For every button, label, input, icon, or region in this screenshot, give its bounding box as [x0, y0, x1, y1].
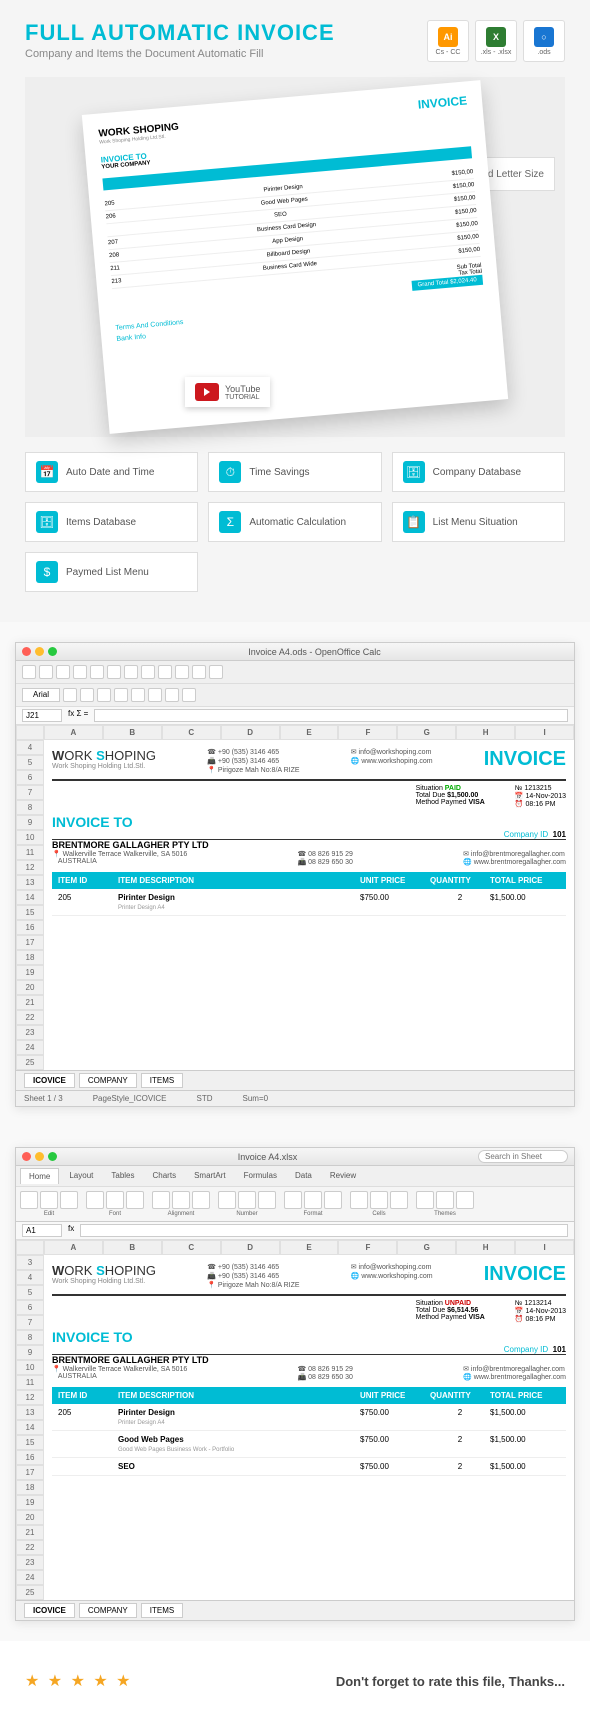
- ribbon-group: Themes: [416, 1191, 474, 1217]
- window-titlebar: Invoice A4.xlsx: [16, 1148, 574, 1166]
- ribbon-group: Cells: [350, 1191, 408, 1217]
- promo-section: FULL AUTOMATIC INVOICE Company and Items…: [0, 0, 590, 622]
- font-selector[interactable]: Arial: [22, 688, 60, 702]
- feature-icon: ⏱: [219, 461, 241, 483]
- feature-item: 📋List Menu Situation: [392, 502, 565, 542]
- youtube-icon: [195, 383, 219, 401]
- maximize-icon[interactable]: [48, 647, 57, 656]
- sheet-tab[interactable]: COMPANY: [79, 1603, 137, 1618]
- sheet-tab[interactable]: ICOVICE: [24, 1073, 75, 1088]
- formula-input[interactable]: [94, 709, 568, 722]
- spreadsheet[interactable]: ABCDEFGHI3 WORK SHOPINGWork Shoping Hold…: [16, 1240, 574, 1600]
- feature-item: ΣAutomatic Calculation: [208, 502, 381, 542]
- maximize-icon[interactable]: [48, 1152, 57, 1161]
- ribbon-tab[interactable]: Formulas: [236, 1168, 285, 1184]
- toolbar-row-1: [16, 661, 574, 684]
- ribbon-tab[interactable]: SmartArt: [186, 1168, 234, 1184]
- ribbon-tab[interactable]: Home: [20, 1168, 59, 1184]
- openoffice-section: Invoice A4.ods - OpenOffice Calc Arial f…: [0, 622, 590, 1127]
- file-type-icon: X.xls - .xlsx: [475, 20, 517, 62]
- spreadsheet[interactable]: ABCDEFGHI4 WORK SHOPINGWork Shoping Hold…: [16, 725, 574, 1070]
- feature-item: 🗄Items Database: [25, 502, 198, 542]
- close-icon[interactable]: [22, 1152, 31, 1161]
- search-input[interactable]: [478, 1150, 568, 1163]
- ribbon-tab[interactable]: Data: [287, 1168, 320, 1184]
- excel-section: Invoice A4.xlsx HomeLayoutTablesChartsSm…: [0, 1127, 590, 1641]
- feature-icon: 🗄: [403, 461, 425, 483]
- openoffice-window: Invoice A4.ods - OpenOffice Calc Arial f…: [15, 642, 575, 1107]
- invoice-preview: A4 and Letter Size WORK SHOPING Work Sho…: [25, 77, 565, 437]
- minimize-icon[interactable]: [35, 1152, 44, 1161]
- footer: ★ ★ ★ ★ ★ Don't forget to rate this file…: [0, 1641, 590, 1721]
- feature-item: $Paymed List Menu: [25, 552, 198, 592]
- toolbar-button[interactable]: [22, 665, 36, 679]
- toolbar-row-2: Arial: [16, 684, 574, 707]
- feature-item: 🗄Company Database: [392, 452, 565, 492]
- ribbon-group: Format: [284, 1191, 342, 1217]
- feature-icon: 🗄: [36, 511, 58, 533]
- sheet-tab[interactable]: COMPANY: [79, 1073, 137, 1088]
- ribbon-group: Number: [218, 1191, 276, 1217]
- ribbon-group: Font: [86, 1191, 144, 1217]
- sheet-tab[interactable]: ICOVICE: [24, 1603, 75, 1618]
- ribbon-tab[interactable]: Tables: [103, 1168, 142, 1184]
- ribbon: HomeLayoutTablesChartsSmartArtFormulasDa…: [16, 1166, 574, 1222]
- file-type-icon: ○.ods: [523, 20, 565, 62]
- main-title: FULL AUTOMATIC INVOICE: [25, 20, 335, 46]
- minimize-icon[interactable]: [35, 647, 44, 656]
- feature-icon: Σ: [219, 511, 241, 533]
- feature-icon: 📅: [36, 461, 58, 483]
- youtube-badge[interactable]: YouTubeTUTORIAL: [185, 377, 270, 407]
- sheet-tab[interactable]: ITEMS: [141, 1603, 183, 1618]
- formula-input[interactable]: [80, 1224, 568, 1237]
- status-bar: Sheet 1 / 3 PageStyle_ICOVICE STD Sum=0: [16, 1090, 574, 1106]
- window-title: Invoice A4.xlsx: [61, 1152, 474, 1162]
- file-type-icons: AiCs - CCX.xls - .xlsx○.ods: [427, 20, 565, 62]
- window-title: Invoice A4.ods - OpenOffice Calc: [61, 647, 568, 657]
- ribbon-tab[interactable]: Charts: [145, 1168, 185, 1184]
- title-block: FULL AUTOMATIC INVOICE Company and Items…: [25, 20, 335, 60]
- cell-ref-input[interactable]: [22, 709, 62, 722]
- feature-icon: 📋: [403, 511, 425, 533]
- file-type-icon: AiCs - CC: [427, 20, 469, 62]
- rating-stars[interactable]: ★ ★ ★ ★ ★: [25, 1671, 133, 1691]
- footer-text: Don't forget to rate this file, Thanks..…: [336, 1674, 565, 1689]
- ribbon-group: Edit: [20, 1191, 78, 1217]
- ribbon-tab[interactable]: Review: [322, 1168, 364, 1184]
- window-titlebar: Invoice A4.ods - OpenOffice Calc: [16, 643, 574, 661]
- feature-item: 📅Auto Date and Time: [25, 452, 198, 492]
- sheet-tabs: ICOVICE COMPANY ITEMS: [16, 1070, 574, 1090]
- features-grid: 📅Auto Date and Time⏱Time Savings 🗄Company…: [25, 452, 565, 592]
- sheet-tabs: ICOVICE COMPANY ITEMS: [16, 1600, 574, 1620]
- feature-icon: $: [36, 561, 58, 583]
- cell-reference-bar: fx Σ =: [16, 707, 574, 725]
- invoice-paper: WORK SHOPING Work Shoping Holding Ltd.St…: [82, 80, 508, 434]
- ribbon-group: Alignment: [152, 1191, 210, 1217]
- close-icon[interactable]: [22, 647, 31, 656]
- excel-window: Invoice A4.xlsx HomeLayoutTablesChartsSm…: [15, 1147, 575, 1621]
- feature-item: ⏱Time Savings: [208, 452, 381, 492]
- cell-ref-input[interactable]: [22, 1224, 62, 1237]
- ribbon-tab[interactable]: Layout: [61, 1168, 101, 1184]
- cell-reference-bar: fx: [16, 1222, 574, 1240]
- subtitle: Company and Items the Document Automatic…: [25, 48, 335, 60]
- sheet-tab[interactable]: ITEMS: [141, 1073, 183, 1088]
